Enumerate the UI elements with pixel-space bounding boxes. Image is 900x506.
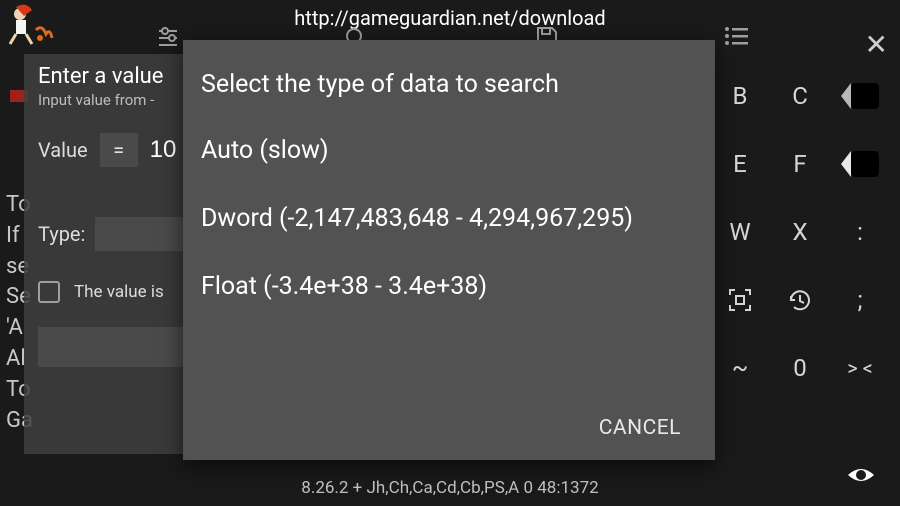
status-bar: 8.26.2 + Jh,Ch,Ca,Cd,Cb,PS,A 0 48:1372 — [0, 478, 900, 498]
key-C[interactable]: C — [770, 82, 830, 110]
history-icon[interactable] — [770, 287, 830, 313]
key-F[interactable]: F — [770, 150, 830, 178]
key-collapse[interactable]: > < — [830, 356, 890, 380]
key-colon[interactable]: : — [830, 218, 890, 246]
cancel-button[interactable]: CANCEL — [599, 416, 681, 440]
key-X[interactable]: X — [770, 218, 830, 246]
key-0[interactable]: 0 — [770, 354, 830, 382]
app-root: { "url": "http://gameguardian.net/downlo… — [0, 0, 900, 506]
key-W[interactable]: W — [710, 218, 770, 246]
type-option-auto[interactable]: Auto (slow) — [201, 135, 697, 167]
key-semicolon[interactable]: ; — [830, 286, 890, 314]
backspace-icon[interactable] — [830, 151, 890, 177]
key-tilde[interactable]: ~ — [710, 354, 770, 382]
dialog-title: Select the type of data to search — [201, 70, 697, 99]
type-select-dialog: Select the type of data to search Auto (… — [183, 40, 715, 460]
backspace-icon[interactable] — [830, 83, 890, 109]
type-label: Type: — [38, 222, 85, 246]
key-E[interactable]: E — [710, 150, 770, 178]
type-option-float[interactable]: Float (-3.4e+38 - 3.4e+38) — [201, 271, 697, 303]
list-icon[interactable] — [724, 26, 748, 50]
value-is-checkbox[interactable] — [38, 281, 60, 303]
value-is-label: The value is — [74, 282, 164, 302]
keypad: B C E F W X : — [710, 62, 890, 402]
key-B[interactable]: B — [710, 82, 770, 110]
sliders-icon[interactable] — [156, 26, 180, 52]
eye-icon[interactable] — [846, 460, 876, 494]
select-icon[interactable] — [710, 287, 770, 313]
close-icon[interactable]: ✕ — [865, 28, 888, 61]
equals-dropdown[interactable]: = — [100, 133, 138, 167]
type-option-dword[interactable]: Dword (-2,147,483,648 - 4,294,967,295) — [201, 203, 697, 235]
value-label: Value — [38, 138, 88, 162]
